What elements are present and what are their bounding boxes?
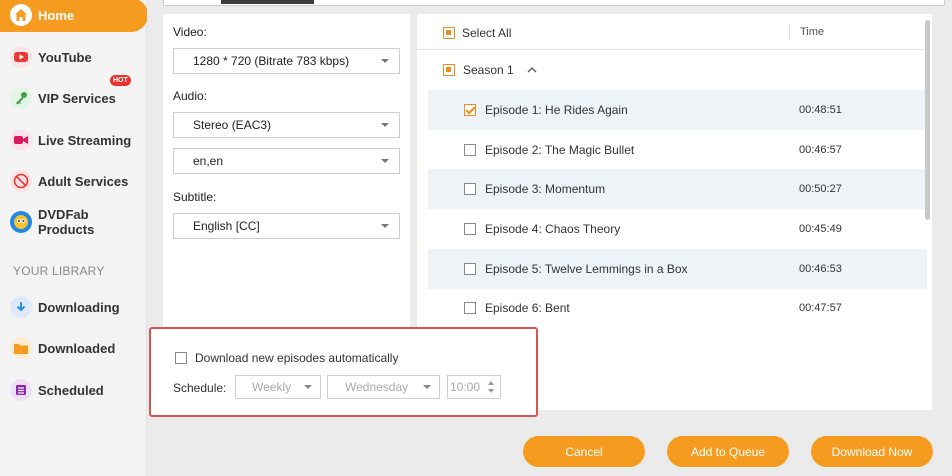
- chevron-down-icon: [423, 385, 431, 389]
- auto-download-label: Download new episodes automatically: [195, 351, 399, 365]
- episode-time: 00:46:57: [799, 144, 842, 156]
- sidebar-item-downloaded[interactable]: Downloaded: [0, 331, 147, 365]
- episode-title: Episode 3: Momentum: [485, 182, 606, 196]
- episode-title: Episode 1: He Rides Again: [485, 103, 628, 117]
- chevron-down-icon: [381, 159, 389, 163]
- dropdown-value: Stereo (EAC3): [193, 118, 272, 132]
- episode-row[interactable]: Episode 6: Bent 00:47:57: [428, 288, 927, 328]
- select-all-label: Select All: [462, 26, 512, 40]
- add-to-queue-button[interactable]: Add to Queue: [667, 436, 789, 467]
- episode-checkbox[interactable]: [464, 302, 476, 314]
- chevron-down-icon: [304, 385, 312, 389]
- dvdfab-logo-icon: [10, 211, 32, 233]
- episode-checkbox[interactable]: [464, 104, 476, 116]
- chevron-up-icon[interactable]: [527, 66, 537, 74]
- no-adult-icon: [10, 170, 32, 192]
- dropdown-value: en,en: [193, 154, 224, 168]
- column-divider: [789, 24, 790, 40]
- time-column-header: Time: [800, 26, 825, 38]
- sidebar-item-youtube[interactable]: YouTube: [0, 40, 147, 74]
- audio-language-dropdown[interactable]: en,en: [173, 148, 400, 174]
- subtitle-dropdown[interactable]: English [CC]: [173, 213, 400, 239]
- audio-label: Audio:: [173, 89, 208, 103]
- sidebar-item-label: DVDFab Products: [38, 207, 95, 237]
- sidebar-item-label: Downloaded: [38, 340, 116, 356]
- episode-title: Episode 2: The Magic Bullet: [485, 143, 635, 157]
- camera-icon: [10, 129, 32, 151]
- sidebar-item-vip-services[interactable]: VIP Services HOT: [0, 75, 147, 115]
- day-dropdown[interactable]: Wednesday: [327, 375, 440, 399]
- sidebar: Home YouTube VIP Services HOT Live Strea…: [0, 0, 148, 476]
- episode-row[interactable]: Episode 2: The Magic Bullet 00:46:57: [428, 130, 927, 170]
- season-label: Season 1: [463, 63, 514, 77]
- frequency-dropdown[interactable]: Weekly: [235, 375, 321, 399]
- chevron-down-icon: [381, 224, 389, 228]
- episode-title: Episode 6: Bent: [485, 301, 570, 315]
- episodes-header: Select All Time: [417, 14, 927, 50]
- sidebar-item-label: Scheduled: [38, 382, 104, 398]
- sidebar-item-live-streaming[interactable]: Live Streaming: [0, 123, 147, 157]
- chevron-down-icon: [381, 123, 389, 127]
- episode-title: Episode 5: Twelve Lemmings in a Box: [485, 262, 688, 276]
- episode-row[interactable]: Episode 3: Momentum 00:50:27: [428, 169, 927, 209]
- video-thumbnail: [221, 0, 314, 4]
- dropdown-value: Weekly: [252, 380, 292, 394]
- episode-checkbox[interactable]: [464, 144, 476, 156]
- episode-row[interactable]: Episode 1: He Rides Again 00:48:51: [428, 90, 927, 130]
- dropdown-value: 1280 * 720 (Bitrate 783 kbps): [193, 54, 350, 68]
- cancel-button[interactable]: Cancel: [523, 436, 645, 467]
- folder-icon: [10, 337, 32, 359]
- episode-time: 00:46:53: [799, 263, 842, 275]
- episode-time: 00:45:49: [799, 223, 842, 235]
- episode-time: 00:50:27: [799, 183, 842, 195]
- download-now-button[interactable]: Download Now: [811, 436, 933, 467]
- auto-download-checkbox[interactable]: [175, 352, 187, 364]
- sidebar-item-label: Adult Services: [38, 173, 129, 189]
- sidebar-item-adult-services[interactable]: Adult Services: [0, 164, 147, 198]
- stepper-arrows-icon[interactable]: [487, 379, 495, 395]
- sidebar-item-home[interactable]: Home: [0, 0, 148, 32]
- home-icon: [10, 4, 32, 26]
- sidebar-item-label: VIP Services: [38, 90, 116, 106]
- sidebar-item-dvdfab-products[interactable]: DVDFab Products: [0, 205, 147, 239]
- list-icon: [10, 379, 32, 401]
- sidebar-item-label: Live Streaming: [38, 132, 132, 148]
- dropdown-value: English [CC]: [193, 219, 260, 233]
- episode-title: Episode 4: Chaos Theory: [485, 222, 621, 236]
- season-1-toggle[interactable]: Season 1: [417, 60, 817, 82]
- schedule-label: Schedule:: [173, 381, 227, 395]
- episode-time: 00:48:51: [799, 104, 842, 116]
- sidebar-item-label: Downloading: [38, 299, 120, 315]
- episode-row[interactable]: Episode 5: Twelve Lemmings in a Box 00:4…: [428, 249, 927, 289]
- library-section-title: YOUR LIBRARY: [13, 264, 105, 278]
- sidebar-item-downloading[interactable]: Downloading: [0, 290, 147, 324]
- episode-checkbox[interactable]: [464, 183, 476, 195]
- select-all-checkbox[interactable]: [443, 27, 455, 39]
- download-arrow-icon: [10, 296, 32, 318]
- hot-badge: HOT: [110, 75, 131, 86]
- dropdown-value: Wednesday: [345, 380, 409, 394]
- thumbnail-frame: [163, 0, 945, 6]
- sidebar-item-label: Home: [38, 7, 75, 23]
- episode-checkbox[interactable]: [464, 223, 476, 235]
- schedule-box: Download new episodes automatically Sche…: [149, 327, 538, 417]
- video-label: Video:: [173, 25, 207, 39]
- audio-track-dropdown[interactable]: Stereo (EAC3): [173, 112, 400, 138]
- episode-row[interactable]: Episode 4: Chaos Theory 00:45:49: [428, 209, 927, 249]
- subtitle-label: Subtitle:: [173, 190, 217, 204]
- sidebar-item-label: YouTube: [38, 49, 92, 65]
- sidebar-item-scheduled[interactable]: Scheduled: [0, 373, 147, 407]
- episode-checkbox[interactable]: [464, 263, 476, 275]
- video-quality-dropdown[interactable]: 1280 * 720 (Bitrate 783 kbps): [173, 48, 400, 74]
- chevron-down-icon: [381, 59, 389, 63]
- season-checkbox[interactable]: [443, 64, 455, 76]
- episodes-scrollbar[interactable]: [925, 20, 930, 220]
- youtube-icon: [10, 46, 32, 68]
- episode-time: 00:47:57: [799, 302, 842, 314]
- key-icon: [10, 87, 32, 109]
- time-value: 10:00: [450, 380, 481, 394]
- time-stepper[interactable]: 10:00: [447, 375, 501, 399]
